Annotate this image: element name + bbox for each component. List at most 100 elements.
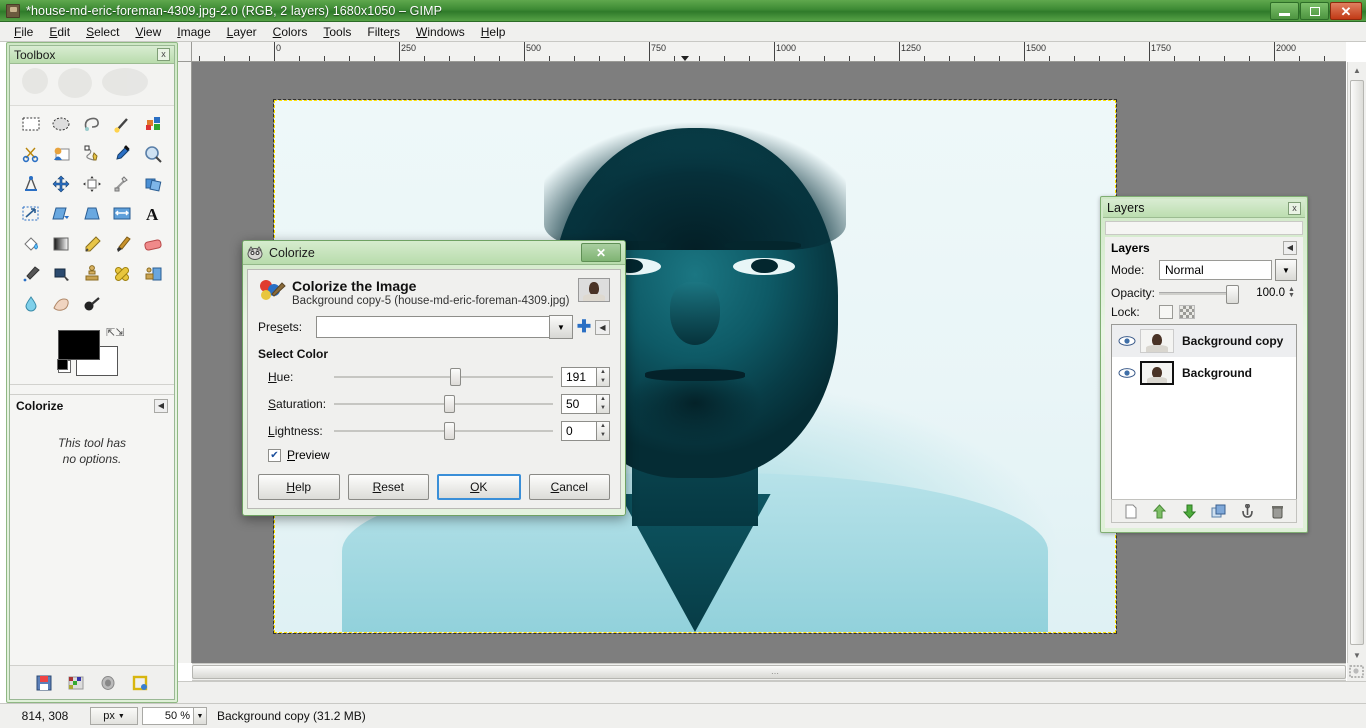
- preview-checkbox[interactable]: ✔: [268, 448, 281, 462]
- airbrush-tool[interactable]: [18, 262, 44, 286]
- close-button[interactable]: ✕: [1330, 2, 1362, 20]
- zoom-dropdown-icon[interactable]: ▼: [194, 707, 207, 725]
- lower-layer-icon[interactable]: [1182, 504, 1197, 519]
- select-by-color-tool[interactable]: [140, 112, 166, 136]
- scroll-up-icon[interactable]: ▲: [1348, 62, 1366, 78]
- pattern-icon[interactable]: [67, 674, 85, 692]
- menu-edit[interactable]: Edit: [41, 23, 78, 41]
- bucket-fill-tool[interactable]: [18, 232, 44, 256]
- horizontal-ruler[interactable]: 0 250 500 750 1000 1250 1500 1750 2000: [192, 42, 1346, 62]
- save-device-status-icon[interactable]: [35, 674, 53, 692]
- layer-row-background-copy[interactable]: Background copy: [1112, 325, 1296, 357]
- saturation-stepper[interactable]: ▲ ▼: [597, 394, 610, 414]
- hue-slider[interactable]: [334, 368, 553, 386]
- menu-image[interactable]: Image: [169, 23, 218, 41]
- zoom-value[interactable]: 50 %: [142, 707, 194, 725]
- paths-tool[interactable]: [79, 142, 105, 166]
- vertical-scrollbar-thumb[interactable]: [1350, 80, 1364, 645]
- eraser-tool[interactable]: [140, 232, 166, 256]
- perspective-tool[interactable]: [79, 202, 105, 226]
- opacity-slider[interactable]: [1159, 284, 1239, 304]
- menu-windows[interactable]: Windows: [408, 23, 473, 41]
- perspective-clone-tool[interactable]: [140, 262, 166, 286]
- lock-alpha-icon[interactable]: [1179, 305, 1195, 319]
- restore-icon[interactable]: [131, 674, 149, 692]
- menu-filters[interactable]: Filters: [359, 23, 408, 41]
- scale-tool[interactable]: [18, 202, 44, 226]
- free-select-tool[interactable]: [79, 112, 105, 136]
- swap-colors-icon[interactable]: ⇱⇲: [106, 326, 124, 339]
- raise-layer-icon[interactable]: [1152, 503, 1167, 519]
- cancel-button[interactable]: Cancel: [528, 474, 610, 500]
- vertical-ruler[interactable]: [178, 62, 192, 663]
- rect-select-tool[interactable]: [18, 112, 44, 136]
- flip-tool[interactable]: [109, 202, 135, 226]
- blend-gradient-tool[interactable]: [48, 232, 74, 256]
- hue-stepper[interactable]: ▲ ▼: [597, 367, 610, 387]
- layers-tab-strip[interactable]: [1105, 221, 1303, 235]
- scroll-down-icon[interactable]: ▼: [1348, 647, 1366, 663]
- pencil-tool[interactable]: [79, 232, 105, 256]
- saturation-slider[interactable]: [334, 395, 553, 413]
- horizontal-scrollbar[interactable]: ⋯: [192, 663, 1346, 681]
- foreground-color-swatch[interactable]: [58, 330, 100, 360]
- lightness-slider-handle[interactable]: [443, 422, 455, 440]
- delete-layer-icon[interactable]: [1270, 504, 1285, 519]
- lock-pixels-icon[interactable]: [1159, 305, 1173, 319]
- plus-icon[interactable]: ✚: [573, 318, 595, 335]
- foreground-select-tool[interactable]: [48, 142, 74, 166]
- brush-icon[interactable]: [99, 674, 117, 692]
- alignment-tool[interactable]: [79, 172, 105, 196]
- chevron-down-icon[interactable]: ▼: [1275, 259, 1297, 281]
- opacity-stepper[interactable]: ▲ ▼: [1288, 286, 1297, 299]
- menu-help[interactable]: Help: [473, 23, 514, 41]
- reset-colors-icon[interactable]: [57, 359, 71, 373]
- chevron-down-icon[interactable]: ▼: [549, 315, 573, 339]
- dodge-burn-tool[interactable]: [79, 292, 105, 316]
- toolbox-close-icon[interactable]: x: [157, 48, 170, 61]
- paintbrush-tool[interactable]: [109, 232, 135, 256]
- navigation-preview-button[interactable]: [1347, 663, 1366, 681]
- vertical-scrollbar[interactable]: ▲ ▼: [1347, 62, 1366, 663]
- restore-button[interactable]: [1300, 2, 1329, 20]
- saturation-value[interactable]: 50: [561, 394, 597, 414]
- ellipse-select-tool[interactable]: [48, 112, 74, 136]
- opacity-slider-handle[interactable]: [1226, 284, 1239, 304]
- blur-sharpen-tool[interactable]: [18, 292, 44, 316]
- menu-file[interactable]: FFileile: [6, 23, 41, 41]
- menu-tools[interactable]: Tools: [315, 23, 359, 41]
- layers-dock-close-icon[interactable]: x: [1288, 201, 1301, 215]
- measure-tool[interactable]: [18, 172, 44, 196]
- layer-name[interactable]: Background: [1182, 366, 1252, 380]
- layers-menu-icon[interactable]: ◀: [1283, 241, 1297, 255]
- scissors-select-tool[interactable]: [18, 142, 44, 166]
- menu-layer[interactable]: Layer: [219, 23, 265, 41]
- anchor-layer-icon[interactable]: [1240, 503, 1255, 519]
- clone-tool[interactable]: [79, 262, 105, 286]
- layer-thumbnail[interactable]: [1140, 361, 1174, 385]
- lightness-value[interactable]: 0: [561, 421, 597, 441]
- hue-slider-handle[interactable]: [450, 368, 462, 386]
- saturation-slider-handle[interactable]: [443, 395, 455, 413]
- dialog-close-button[interactable]: ✕: [581, 243, 621, 262]
- opacity-value[interactable]: 100.0: [1245, 287, 1285, 299]
- ok-button[interactable]: OK: [437, 474, 521, 500]
- layer-name[interactable]: Background copy: [1182, 334, 1283, 348]
- eye-icon[interactable]: [1116, 367, 1138, 379]
- menu-select[interactable]: Select: [78, 23, 127, 41]
- crop-tool[interactable]: [109, 172, 135, 196]
- heal-tool[interactable]: [109, 262, 135, 286]
- preset-menu-icon[interactable]: ◀: [595, 319, 610, 335]
- menu-colors[interactable]: Colors: [265, 23, 316, 41]
- layer-row-background[interactable]: Background: [1112, 357, 1296, 389]
- move-tool[interactable]: [48, 172, 74, 196]
- mode-select[interactable]: Normal: [1159, 260, 1272, 280]
- preview-label[interactable]: Preview: [287, 448, 330, 462]
- zoom-tool[interactable]: [140, 142, 166, 166]
- tool-options-menu-icon[interactable]: ◀: [154, 399, 168, 413]
- minimize-button[interactable]: [1270, 2, 1299, 20]
- lightness-stepper[interactable]: ▲ ▼: [597, 421, 610, 441]
- duplicate-layer-icon[interactable]: [1211, 504, 1226, 519]
- lightness-slider[interactable]: [334, 422, 553, 440]
- hue-value[interactable]: 191: [561, 367, 597, 387]
